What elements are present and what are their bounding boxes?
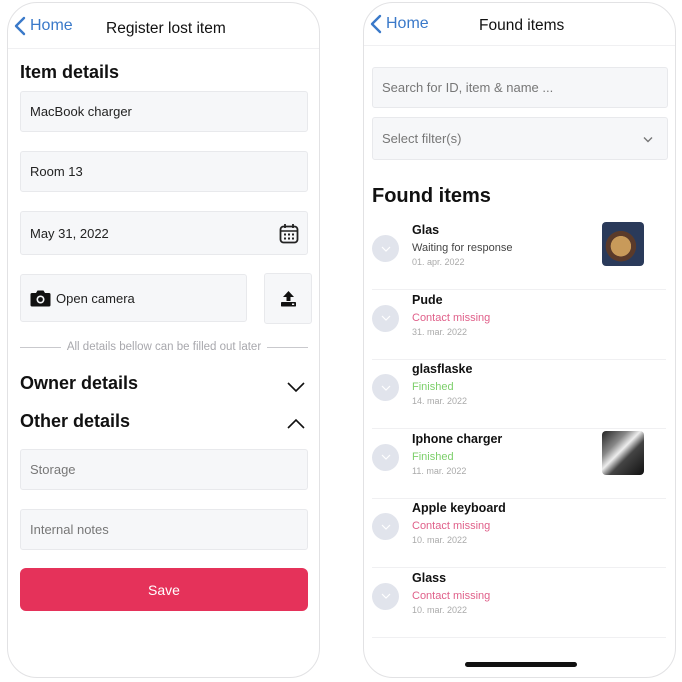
list-item[interactable]: Glas Waiting for response 01. apr. 2022 — [372, 221, 666, 290]
back-button[interactable]: Home — [14, 16, 73, 36]
open-camera-label: Open camera — [56, 290, 135, 306]
expand-button[interactable] — [372, 235, 399, 262]
item-photo-thumbnail[interactable] — [602, 430, 644, 475]
item-status: Finished — [412, 381, 454, 393]
calendar-icon[interactable] — [279, 223, 299, 244]
chevron-down-icon — [381, 454, 390, 460]
item-status: Contact missing — [412, 311, 491, 324]
item-status: Contact missing — [412, 520, 491, 532]
date-field[interactable]: May 31, 2022 — [20, 211, 308, 255]
item-name: Apple keyboard — [412, 501, 506, 515]
item-date: 14. mar. 2022 — [412, 396, 468, 406]
chevron-left-icon — [370, 14, 382, 34]
owner-details-heading: Owner details — [20, 373, 139, 393]
list-item[interactable]: Iphone charger Finished 11. mar. 2022 — [372, 430, 666, 499]
item-name: Glass — [412, 570, 447, 585]
chevron-down-icon — [381, 315, 390, 321]
page-title: Register lost item — [106, 20, 226, 37]
item-date: 11. mar. 2022 — [412, 465, 467, 476]
expand-button[interactable] — [372, 443, 399, 471]
found-items-screen: Home Found items Search for ID, item & n… — [363, 2, 676, 678]
item-date: 10. mar. 2022 — [412, 535, 468, 545]
upload-icon — [280, 291, 296, 307]
expand-button[interactable] — [372, 582, 399, 610]
item-status: Finished — [412, 450, 454, 463]
chevron-left-icon — [14, 16, 26, 36]
chevron-down-icon — [381, 246, 390, 252]
item-status: Contact missing — [412, 589, 491, 602]
register-lost-item-screen: Home Register lost item Item details Mac… — [7, 2, 320, 678]
expand-button[interactable] — [372, 513, 399, 540]
optional-divider: All details bellow can be filled out lat… — [20, 341, 308, 353]
internal-notes-field[interactable]: Internal notes — [20, 509, 308, 550]
list-item[interactable]: Pude Contact missing 31. mar. 2022 — [372, 291, 666, 360]
item-photo-thumbnail[interactable] — [602, 222, 644, 266]
chevron-down-icon — [643, 137, 653, 143]
list-item[interactable]: Apple keyboard Contact missing 10. mar. 20… — [372, 499, 666, 568]
internal-notes-placeholder: Internal notes — [30, 522, 109, 537]
home-indicator — [465, 662, 577, 667]
upload-button[interactable] — [264, 273, 312, 324]
chevron-down-icon — [381, 385, 390, 391]
list-item[interactable]: Glass Contact missing 10. mar. 2022 — [372, 569, 666, 638]
camera-icon — [30, 290, 51, 306]
storage-field[interactable]: Storage — [20, 449, 308, 490]
item-name-value: MacBook charger — [30, 104, 132, 119]
found-items-heading: Found items — [372, 185, 491, 207]
save-button[interactable]: Save — [20, 568, 308, 611]
expand-button[interactable] — [372, 374, 399, 401]
date-value: May 31, 2022 — [30, 225, 109, 241]
item-name: glasflaske — [412, 362, 473, 376]
item-name: Pude — [412, 292, 443, 307]
item-name: Iphone charger — [412, 431, 503, 446]
chevron-down-icon[interactable] — [287, 381, 305, 393]
navigation-bar: Home Found items — [364, 3, 675, 46]
item-date: 01. apr. 2022 — [412, 257, 465, 267]
filter-select[interactable]: Select filter(s) — [372, 117, 668, 160]
other-details-heading: Other details — [20, 411, 131, 431]
open-camera-button[interactable]: Open camera — [20, 274, 247, 322]
item-name: Glas — [412, 223, 440, 237]
back-label: Home — [30, 17, 73, 34]
back-label: Home — [386, 15, 429, 32]
storage-placeholder: Storage — [30, 462, 76, 477]
list-item[interactable]: glasflaske Finished 14. mar. 2022 — [372, 360, 666, 429]
divider-line — [267, 346, 308, 348]
location-field[interactable]: Room 13 — [20, 151, 308, 192]
page-title: Found items — [479, 17, 565, 34]
navigation-bar: Home Register lost item — [8, 3, 319, 49]
item-date: 31. mar. 2022 — [412, 326, 468, 337]
item-date: 10. mar. 2022 — [412, 604, 468, 615]
location-value: Room 13 — [30, 164, 83, 179]
chevron-down-icon — [381, 593, 390, 599]
expand-button[interactable] — [372, 304, 399, 332]
item-status: Waiting for response — [412, 242, 513, 254]
search-input[interactable]: Search for ID, item & name ... — [372, 67, 668, 108]
search-placeholder: Search for ID, item & name ... — [382, 80, 554, 95]
chevron-up-icon[interactable] — [287, 418, 305, 430]
chevron-down-icon — [381, 524, 390, 530]
filter-placeholder: Select filter(s) — [382, 131, 462, 146]
divider-text: All details bellow can be filled out lat… — [66, 341, 262, 353]
divider-line — [20, 346, 61, 348]
back-button[interactable]: Home — [370, 14, 429, 34]
item-name-field[interactable]: MacBook charger — [20, 91, 308, 132]
item-details-heading: Item details — [20, 62, 120, 82]
